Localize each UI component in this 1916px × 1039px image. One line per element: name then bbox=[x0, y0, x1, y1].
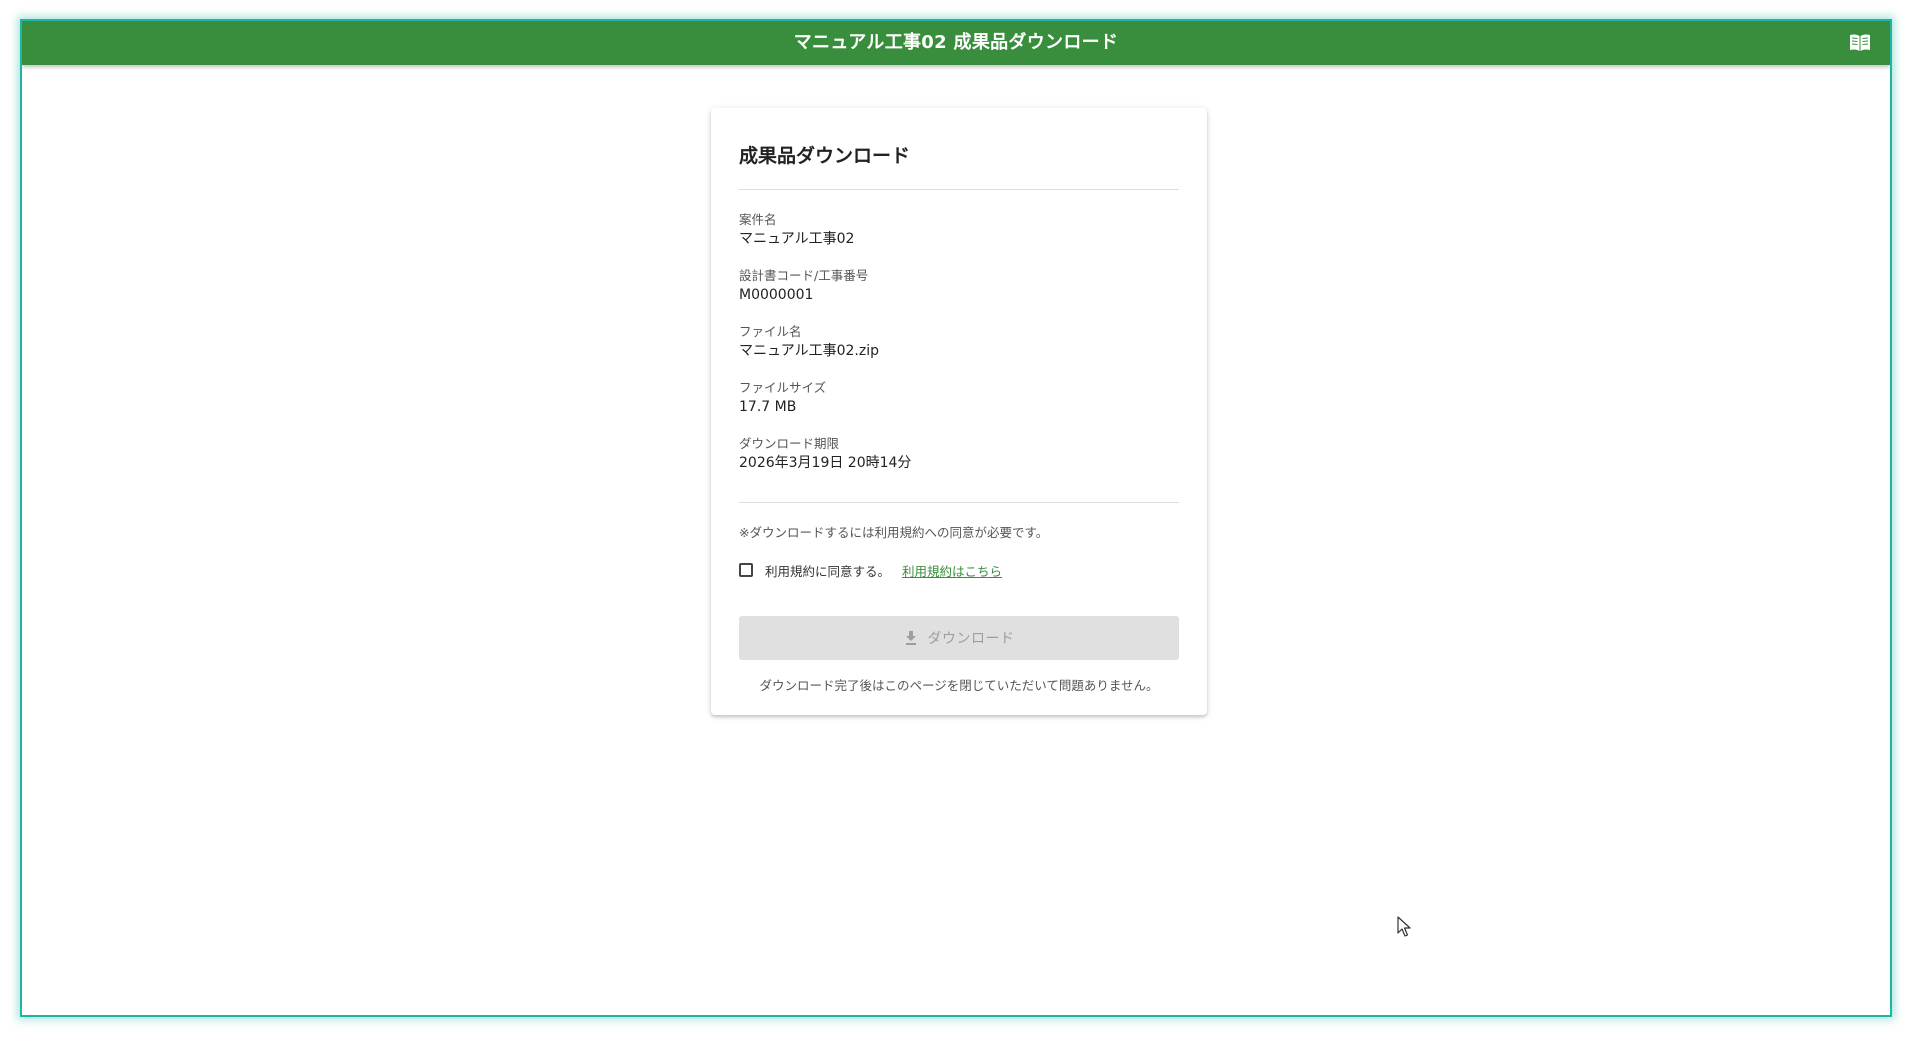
download-icon bbox=[905, 631, 916, 645]
terms-link[interactable]: 利用規約はこちら bbox=[902, 561, 1002, 580]
download-button-label: ダウンロード bbox=[927, 631, 1015, 647]
field-value: 2026年3月19日 20時14分 bbox=[739, 455, 912, 471]
field-value: 17.7 MB bbox=[739, 399, 797, 415]
field-label: 設計書コード/工事番号 bbox=[739, 268, 869, 283]
field-file-name: ファイル名 マニュアル工事02.zip bbox=[739, 324, 1179, 380]
manual-button[interactable] bbox=[1848, 32, 1872, 54]
divider bbox=[739, 502, 1179, 503]
terms-notice: ※ダウンロードするには利用規約への同意が必要です。 bbox=[739, 525, 1049, 540]
download-card: 成果品ダウンロード 案件名 マニュアル工事02 設計書コード/工事番号 M000… bbox=[711, 108, 1207, 715]
field-label: ダウンロード期限 bbox=[739, 436, 840, 451]
mouse-cursor-icon bbox=[1397, 916, 1411, 937]
page-title: マニュアル工事02 成果品ダウンロード bbox=[793, 32, 1119, 53]
file-info: 案件名 マニュアル工事02 設計書コード/工事番号 M0000001 ファイル名… bbox=[739, 212, 1179, 492]
field-value: マニュアル工事02.zip bbox=[739, 343, 879, 359]
field-label: ファイル名 bbox=[739, 324, 802, 339]
download-button[interactable]: ダウンロード bbox=[739, 616, 1179, 660]
terms-agree-label[interactable]: 利用規約に同意する。 bbox=[765, 561, 890, 580]
card-title: 成果品ダウンロード bbox=[739, 145, 911, 167]
app-header: マニュアル工事02 成果品ダウンロード bbox=[22, 21, 1890, 65]
field-label: 案件名 bbox=[739, 212, 777, 227]
browser-window: マニュアル工事02 成果品ダウンロード 成果品ダウンロード 案件名 マニュアル工… bbox=[20, 19, 1892, 1017]
field-label: ファイルサイズ bbox=[739, 380, 827, 395]
field-file-size: ファイルサイズ 17.7 MB bbox=[739, 380, 1179, 436]
field-value: M0000001 bbox=[739, 287, 814, 303]
after-download-note: ダウンロード完了後はこのページを閉じていただいて問題ありません。 bbox=[759, 678, 1159, 693]
terms-agree-checkbox[interactable] bbox=[739, 563, 753, 577]
field-project-name: 案件名 マニュアル工事02 bbox=[739, 212, 1179, 268]
terms-agree-row: 利用規約に同意する。 利用規約はこちら bbox=[739, 560, 1179, 580]
field-design-code: 設計書コード/工事番号 M0000001 bbox=[739, 268, 1179, 324]
book-open-icon bbox=[1850, 34, 1870, 51]
field-value: マニュアル工事02 bbox=[739, 231, 855, 247]
field-download-deadline: ダウンロード期限 2026年3月19日 20時14分 bbox=[739, 436, 1179, 492]
divider bbox=[739, 189, 1179, 190]
